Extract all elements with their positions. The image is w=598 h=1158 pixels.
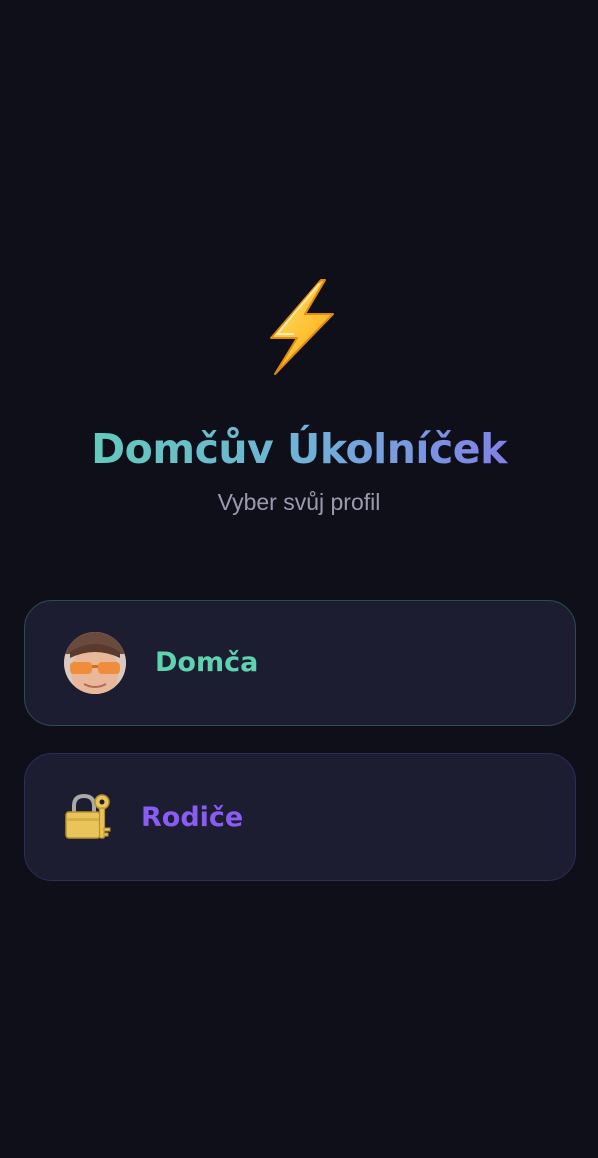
app-title: Domčův Úkolníček (0, 420, 598, 478)
profile-card-domca[interactable]: Domča (24, 600, 576, 726)
profile-name: Domča (155, 647, 259, 678)
profile-select-screen: Domčův Úkolníček Vyber svůj profil Domča (0, 0, 598, 1158)
locked-with-key-icon (65, 793, 111, 839)
lightning-bolt-icon (270, 279, 334, 375)
avatar (64, 632, 126, 694)
profile-card-rodice[interactable]: Rodiče (24, 753, 576, 881)
profile-name: Rodiče (141, 802, 244, 833)
page-subtitle: Vyber svůj profil (217, 489, 381, 515)
